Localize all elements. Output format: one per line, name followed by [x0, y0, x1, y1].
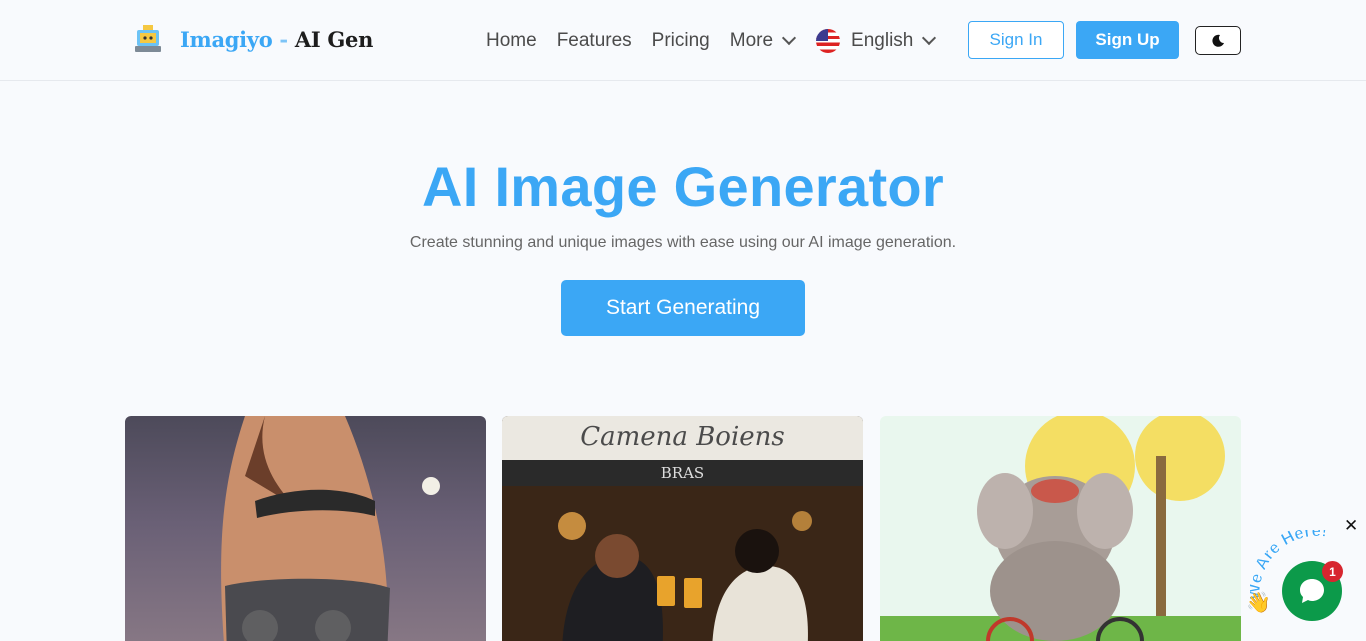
- moon-icon: [1212, 34, 1224, 47]
- main-nav: Home Features Pricing More English: [486, 29, 954, 53]
- sign-in-button[interactable]: Sign In: [968, 21, 1064, 59]
- logo[interactable]: Imagiyo - AI Gen: [134, 24, 373, 54]
- card2-sign-top: Camena Boiens: [580, 422, 785, 452]
- nav-more-dropdown[interactable]: More: [730, 30, 797, 52]
- us-flag-icon: [816, 29, 841, 53]
- logo-icon: [135, 25, 161, 52]
- logo-text: Imagiyo - AI Gen: [180, 26, 374, 52]
- gallery-image-3-art: [880, 416, 1241, 641]
- nav-features[interactable]: Features: [557, 30, 632, 52]
- site-header: Imagiyo - AI Gen Home Features Pricing M…: [0, 0, 1366, 81]
- nav-pricing[interactable]: Pricing: [652, 30, 710, 52]
- gallery-image-2[interactable]: Camena Boiens BRAS: [502, 416, 863, 641]
- gallery-image-3[interactable]: [880, 416, 1241, 641]
- wave-hand-icon: 👋: [1246, 592, 1271, 614]
- chevron-down-icon: [922, 30, 937, 46]
- hero-title: AI Image Generator: [421, 155, 944, 218]
- chat-notification-badge: 1: [1322, 561, 1343, 582]
- language-selector[interactable]: English: [816, 29, 937, 53]
- theme-toggle-button[interactable]: [1195, 26, 1241, 55]
- card2-sign-bottom: BRAS: [660, 464, 705, 482]
- nav-home[interactable]: Home: [486, 30, 537, 52]
- chevron-down-icon: [781, 30, 797, 46]
- gallery-image-1-art: [221, 416, 440, 641]
- start-generating-button[interactable]: Start Generating: [561, 280, 805, 336]
- chat-icon: [1300, 579, 1324, 603]
- hero-subtitle: Create stunning and unique images with e…: [409, 234, 957, 251]
- gallery-image-1[interactable]: [125, 416, 486, 641]
- sign-up-button[interactable]: Sign Up: [1076, 21, 1179, 59]
